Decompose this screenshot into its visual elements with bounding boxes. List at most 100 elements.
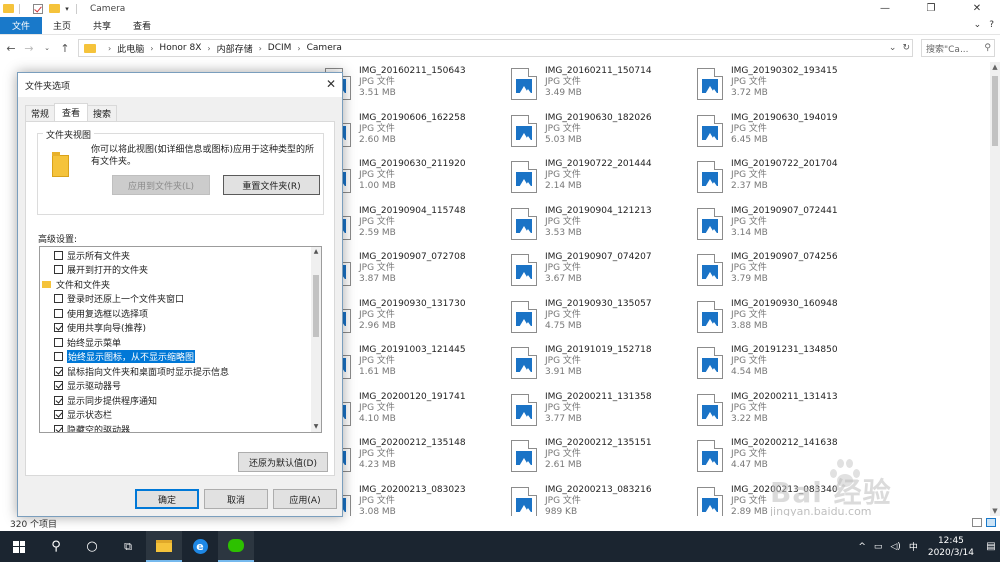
checkbox[interactable] bbox=[54, 323, 63, 333]
volume-icon[interactable]: ◁) bbox=[890, 542, 900, 552]
file-item[interactable]: IMG_20190907_072441 JPG 文件 3.14 MB bbox=[697, 206, 877, 250]
scroll-up-icon[interactable]: ▲ bbox=[990, 62, 1000, 72]
file-item[interactable]: IMG_20191019_152718 JPG 文件 3.91 MB bbox=[511, 345, 691, 389]
forward-arrow-icon[interactable]: → bbox=[22, 42, 36, 55]
start-button[interactable] bbox=[0, 531, 38, 562]
cortana-icon[interactable]: ○ bbox=[74, 531, 110, 562]
scroll-down-icon[interactable]: ▼ bbox=[311, 422, 321, 432]
clock[interactable]: 12:45 2020/3/14 bbox=[928, 535, 974, 559]
file-item[interactable]: IMG_20190930_131730 JPG 文件 2.96 MB bbox=[325, 299, 505, 343]
file-item[interactable]: IMG_20190907_072708 JPG 文件 3.87 MB bbox=[325, 252, 505, 296]
setting-checkbox-row[interactable]: 鼠标指向文件夹和桌面项时显示提示信息 bbox=[40, 364, 321, 379]
file-item[interactable]: IMG_20191231_134850 JPG 文件 4.54 MB bbox=[697, 345, 877, 389]
file-item[interactable]: IMG_20160211_150643 JPG 文件 3.51 MB bbox=[325, 66, 505, 110]
scroll-down-icon[interactable]: ▼ bbox=[990, 506, 1000, 516]
up-arrow-icon[interactable]: ↑ bbox=[58, 42, 72, 55]
restore-defaults-button[interactable]: 还原为默认值(D) bbox=[238, 452, 328, 472]
notification-center-icon[interactable]: ▤ bbox=[982, 531, 1000, 562]
file-item[interactable]: IMG_20191003_121445 JPG 文件 1.61 MB bbox=[325, 345, 505, 389]
network-icon[interactable]: ▭ bbox=[874, 542, 883, 552]
checkbox[interactable] bbox=[54, 381, 63, 391]
breadcrumb-item[interactable]: 内部存储 bbox=[217, 42, 253, 55]
checkbox[interactable] bbox=[54, 265, 63, 275]
file-item[interactable]: IMG_20190904_115748 JPG 文件 2.59 MB bbox=[325, 206, 505, 250]
ribbon-tab-home[interactable]: 主页 bbox=[42, 17, 82, 34]
dialog-close-icon[interactable]: ✕ bbox=[326, 77, 336, 91]
setting-checkbox-row[interactable]: 展开到打开的文件夹 bbox=[40, 263, 321, 278]
chevron-right-icon[interactable]: › bbox=[297, 44, 300, 53]
chevron-right-icon[interactable]: › bbox=[108, 44, 111, 53]
back-arrow-icon[interactable]: ← bbox=[4, 42, 18, 55]
tab-general[interactable]: 常规 bbox=[25, 105, 56, 121]
checkbox[interactable] bbox=[54, 366, 63, 376]
advanced-settings-list[interactable]: 显示所有文件夹 展开到打开的文件夹 文件和文件夹 登录时还原上一个文件夹窗口 使用复选框… bbox=[39, 246, 322, 433]
checkbox[interactable] bbox=[54, 250, 63, 260]
file-item[interactable]: IMG_20200211_131413 JPG 文件 3.22 MB bbox=[697, 392, 877, 436]
properties-icon[interactable] bbox=[33, 3, 43, 14]
tab-view[interactable]: 查看 bbox=[54, 103, 89, 121]
checkbox[interactable] bbox=[54, 294, 63, 304]
reset-folders-button[interactable]: 重置文件夹(R) bbox=[223, 175, 320, 195]
checkbox[interactable] bbox=[54, 395, 63, 405]
setting-checkbox-row[interactable]: 使用复选框以选择项 bbox=[40, 306, 321, 321]
file-item[interactable]: IMG_20200212_135151 JPG 文件 2.61 MB bbox=[511, 438, 691, 482]
setting-checkbox-row[interactable]: 隐藏空的驱动器 bbox=[40, 422, 321, 432]
setting-checkbox-row[interactable]: 始终显示图标，从不显示缩略图 bbox=[40, 350, 321, 365]
address-field[interactable]: › 此电脑 › Honor 8X › 内部存储 › DCIM › Camera … bbox=[78, 39, 913, 57]
file-item[interactable]: IMG_20160211_150714 JPG 文件 3.49 MB bbox=[511, 66, 691, 110]
ribbon-tab-share[interactable]: 共享 bbox=[82, 17, 122, 34]
file-item[interactable]: IMG_20190630_211920 JPG 文件 1.00 MB bbox=[325, 159, 505, 203]
wechat-icon[interactable] bbox=[218, 531, 254, 562]
details-view-icon[interactable] bbox=[972, 518, 982, 527]
task-view-icon[interactable]: ⧉ bbox=[110, 531, 146, 562]
setting-checkbox-row[interactable]: 显示同步提供程序通知 bbox=[40, 393, 321, 408]
apply-button[interactable]: 应用(A) bbox=[273, 489, 337, 509]
file-item[interactable]: IMG_20190930_135057 JPG 文件 4.75 MB bbox=[511, 299, 691, 343]
file-item[interactable]: IMG_20200212_135148 JPG 文件 4.23 MB bbox=[325, 438, 505, 482]
file-item[interactable]: IMG_20190722_201704 JPG 文件 2.37 MB bbox=[697, 159, 877, 203]
ribbon-tab-file[interactable]: 文件 bbox=[0, 17, 43, 34]
breadcrumb-item[interactable]: Camera bbox=[307, 43, 342, 53]
setting-checkbox-row[interactable]: 始终显示菜单 bbox=[40, 335, 321, 350]
breadcrumb-item[interactable]: Honor 8X bbox=[159, 43, 201, 53]
expand-ribbon-icon[interactable]: ⌄ bbox=[974, 20, 982, 30]
setting-checkbox-row[interactable]: 登录时还原上一个文件夹窗口 bbox=[40, 292, 321, 307]
new-folder-icon[interactable] bbox=[49, 4, 60, 13]
setting-checkbox-row[interactable]: 显示状态栏 bbox=[40, 408, 321, 423]
settings-category[interactable]: 文件和文件夹 bbox=[40, 277, 321, 292]
search-icon[interactable]: ⚲ bbox=[38, 531, 74, 562]
refresh-icon[interactable]: ↻ bbox=[902, 43, 910, 53]
chevron-right-icon[interactable]: › bbox=[259, 44, 262, 53]
chevron-right-icon[interactable]: › bbox=[150, 44, 153, 53]
scroll-up-icon[interactable]: ▲ bbox=[311, 247, 321, 257]
file-item[interactable]: IMG_20190907_074256 JPG 文件 3.79 MB bbox=[697, 252, 877, 296]
file-item[interactable]: IMG_20190302_193415 JPG 文件 3.72 MB bbox=[697, 66, 877, 110]
close-button[interactable]: ✕ bbox=[954, 0, 1000, 17]
file-item[interactable]: IMG_20190930_160948 JPG 文件 3.88 MB bbox=[697, 299, 877, 343]
apply-to-folders-button[interactable]: 应用到文件夹(L) bbox=[112, 175, 210, 195]
chevron-down-icon[interactable]: ⌄ bbox=[889, 43, 897, 53]
chevron-right-icon[interactable]: › bbox=[207, 44, 210, 53]
restore-button[interactable]: ❐ bbox=[908, 0, 954, 17]
search-input[interactable]: 搜索"Ca... ⚲ bbox=[921, 39, 995, 57]
checkbox[interactable] bbox=[54, 410, 63, 420]
breadcrumb-item[interactable]: DCIM bbox=[268, 43, 292, 53]
help-icon[interactable]: ? bbox=[989, 20, 994, 30]
setting-checkbox-row[interactable]: 使用共享向导(推荐) bbox=[40, 321, 321, 336]
breadcrumb-item[interactable]: 此电脑 bbox=[117, 42, 144, 55]
file-item[interactable]: IMG_20190907_074207 JPG 文件 3.67 MB bbox=[511, 252, 691, 296]
settings-scrollbar[interactable]: ▲ ▼ bbox=[311, 247, 321, 432]
edge-browser-icon[interactable]: e bbox=[182, 531, 218, 562]
quick-access-dropdown-icon[interactable]: ▾ bbox=[63, 5, 71, 13]
minimize-button[interactable]: — bbox=[862, 0, 908, 17]
vertical-scrollbar[interactable]: ▲ ▼ bbox=[990, 62, 1000, 516]
checkbox[interactable] bbox=[54, 424, 63, 432]
scrollbar-thumb[interactable] bbox=[992, 76, 998, 146]
ime-indicator[interactable]: 中 bbox=[909, 540, 918, 553]
checkbox[interactable] bbox=[54, 308, 63, 318]
setting-checkbox-row[interactable]: 显示所有文件夹 bbox=[40, 248, 321, 263]
scrollbar-thumb[interactable] bbox=[313, 275, 319, 337]
tray-chevron-icon[interactable]: ^ bbox=[858, 542, 866, 552]
file-item[interactable]: IMG_20200120_191741 JPG 文件 4.10 MB bbox=[325, 392, 505, 436]
large-icons-view-icon[interactable] bbox=[986, 518, 996, 527]
